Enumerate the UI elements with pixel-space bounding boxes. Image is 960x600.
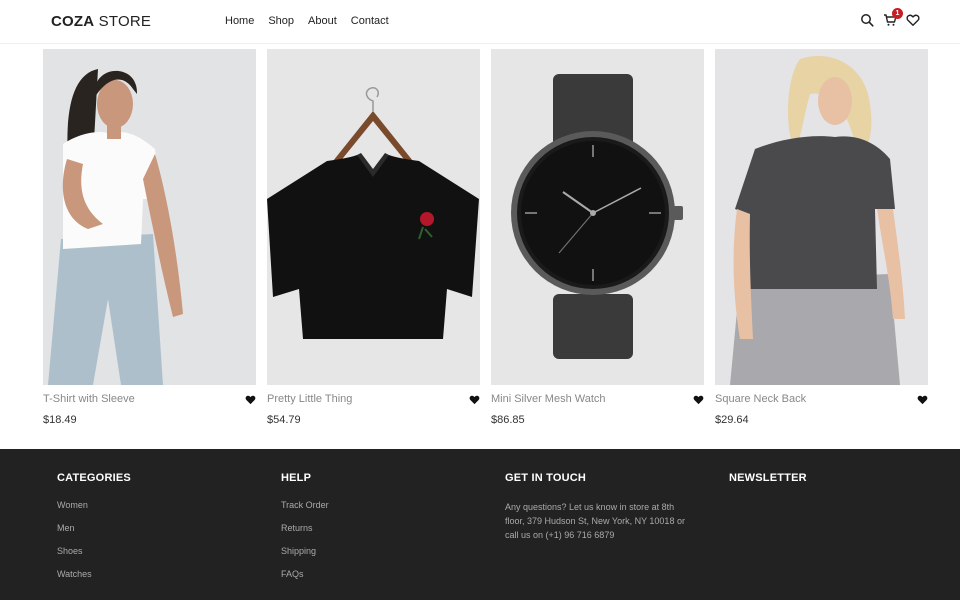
product-card: T-Shirt with Sleeve $18.49 (43, 49, 256, 426)
footer-link-shoes[interactable]: Shoes (57, 546, 131, 556)
product-info-row: Mini Silver Mesh Watch (491, 393, 704, 405)
header-icons: 1 (860, 8, 920, 27)
nav-shop[interactable]: Shop (268, 15, 294, 27)
nav-contact[interactable]: Contact (351, 15, 389, 27)
footer-newsletter-title: NEWSLETTER (729, 472, 807, 484)
footer-link-returns[interactable]: Returns (281, 523, 329, 533)
product-image-woman-grey-tshirt[interactable] (715, 49, 928, 385)
product-name[interactable]: Square Neck Back (715, 393, 806, 405)
footer-categories-title: CATEGORIES (57, 472, 131, 484)
product-image-mesh-watch[interactable] (491, 49, 704, 385)
product-price: $29.64 (715, 414, 749, 426)
product-name[interactable]: Pretty Little Thing (267, 393, 352, 405)
product-card: Square Neck Back $29.64 (715, 49, 928, 426)
cart-icon[interactable]: 1 (883, 8, 903, 27)
heart-icon[interactable] (906, 13, 920, 27)
site-header: COZA STORE Home Shop About Contact 1 (0, 0, 960, 44)
footer-link-track-order[interactable]: Track Order (281, 500, 329, 510)
product-card: Pretty Little Thing $54.79 (267, 49, 480, 426)
product-price: $54.79 (267, 414, 301, 426)
wishlist-heart-icon[interactable] (469, 394, 480, 405)
product-name[interactable]: T-Shirt with Sleeve (43, 393, 135, 405)
product-name[interactable]: Mini Silver Mesh Watch (491, 393, 606, 405)
footer-categories: CATEGORIES Women Men Shoes Watches (57, 472, 131, 592)
product-image-woman-white-tshirt[interactable] (43, 49, 256, 385)
product-image-black-crop-top[interactable] (267, 49, 480, 385)
nav-about[interactable]: About (308, 15, 337, 27)
cart-count-badge: 1 (892, 8, 903, 19)
product-price: $86.85 (491, 414, 525, 426)
product-grid: T-Shirt with Sleeve $18.49 Pretty Little… (43, 49, 928, 426)
logo-bold-text: COZA (51, 13, 95, 30)
footer-contact-text: Any questions? Let us know in store at 8… (505, 502, 685, 540)
main-nav: Home Shop About Contact (225, 15, 403, 27)
footer-help-title: HELP (281, 472, 312, 484)
footer-link-faqs[interactable]: FAQs (281, 569, 329, 579)
product-price: $18.49 (43, 414, 77, 426)
logo[interactable]: COZA STORE (51, 13, 151, 30)
search-icon[interactable] (860, 13, 874, 27)
footer-help: HELP Track Order Returns Shipping FAQs (281, 472, 329, 592)
wishlist-heart-icon[interactable] (917, 394, 928, 405)
footer-link-shipping[interactable]: Shipping (281, 546, 329, 556)
footer-contact-title: GET IN TOUCH (505, 472, 587, 484)
product-info-row: Pretty Little Thing (267, 393, 480, 405)
footer-link-men[interactable]: Men (57, 523, 131, 533)
footer-link-watches[interactable]: Watches (57, 569, 131, 579)
footer-contact: GET IN TOUCH Any questions? Let us know … (505, 472, 695, 542)
product-card: Mini Silver Mesh Watch $86.85 (491, 49, 704, 426)
footer-newsletter: NEWSLETTER (729, 472, 807, 500)
nav-home[interactable]: Home (225, 15, 254, 27)
site-footer: CATEGORIES Women Men Shoes Watches HELP … (0, 449, 960, 600)
product-info-row: Square Neck Back (715, 393, 928, 405)
wishlist-heart-icon[interactable] (245, 394, 256, 405)
product-info-row: T-Shirt with Sleeve (43, 393, 256, 405)
wishlist-heart-icon[interactable] (693, 394, 704, 405)
logo-light-text: STORE (94, 13, 152, 30)
footer-link-women[interactable]: Women (57, 500, 131, 510)
